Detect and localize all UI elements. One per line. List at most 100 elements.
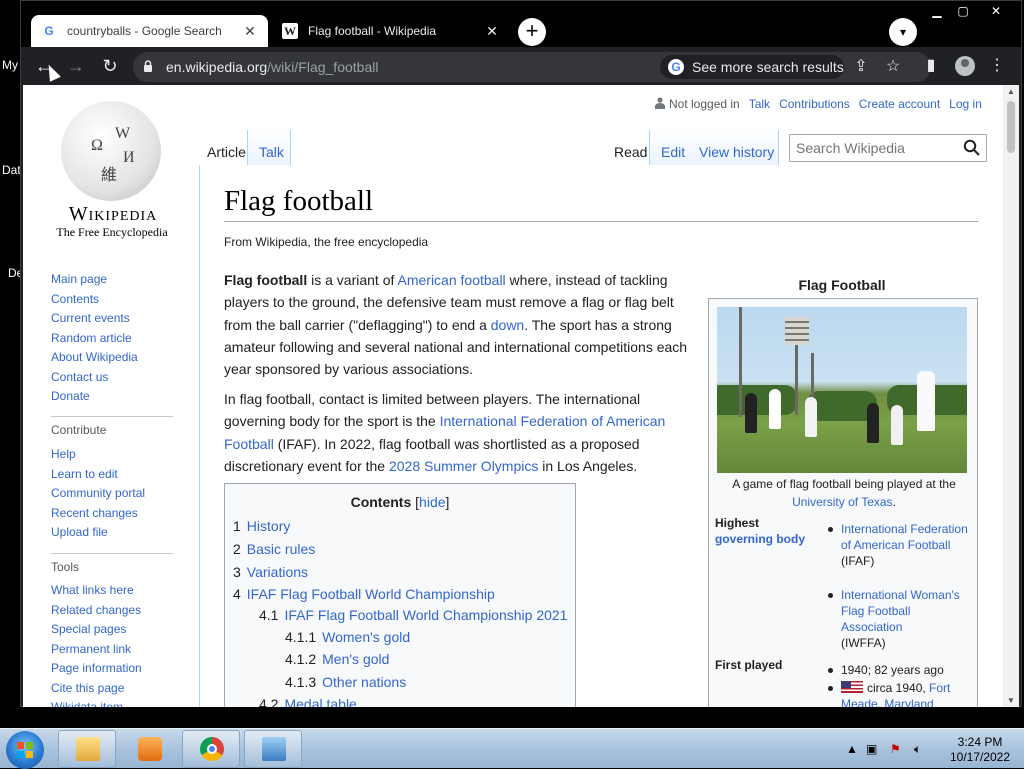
- governing-body-link[interactable]: governing body: [715, 532, 805, 546]
- create-account-link[interactable]: Create account: [859, 97, 940, 111]
- page-scrollbar[interactable]: ▲ ▼: [1003, 85, 1019, 707]
- desktop-icon-label[interactable]: My: [2, 58, 18, 72]
- toc-hide-link[interactable]: hide: [419, 494, 445, 510]
- value: 1940; 82 years ago: [841, 663, 944, 677]
- sidebar-item-cite-this-page[interactable]: Cite this page: [51, 681, 124, 695]
- tab-search-button[interactable]: ▾: [889, 18, 917, 46]
- flag-football-photo[interactable]: [717, 307, 967, 473]
- scroll-down-icon[interactable]: ▼: [1007, 696, 1015, 705]
- iwffa-infobox-link[interactable]: International Woman's Flag Football Asso…: [841, 588, 960, 634]
- sidebar-divider: [51, 553, 173, 554]
- sidebar-item-what-links-here[interactable]: What links here: [51, 583, 134, 597]
- show-hidden-icons-icon[interactable]: ▲: [846, 742, 858, 756]
- minimize-icon[interactable]: ▁: [926, 3, 948, 19]
- scroll-thumb[interactable]: [1007, 101, 1015, 153]
- toc-text[interactable]: Women's gold: [322, 629, 410, 645]
- toc-item[interactable]: 4.1.2 Men's gold: [285, 651, 389, 667]
- toc-item[interactable]: 4 IFAF Flag Football World Championship: [233, 586, 495, 602]
- user-talk-link[interactable]: Talk: [749, 97, 770, 111]
- bookmark-star-icon[interactable]: ☆: [883, 57, 903, 77]
- clock[interactable]: 3:24 PM 10/17/2022: [940, 735, 1020, 765]
- sidebar-item-main-page[interactable]: Main page: [51, 272, 107, 286]
- url-text[interactable]: en.wikipedia.org/wiki/Flag_football: [166, 59, 378, 75]
- reload-icon[interactable]: ↻: [99, 55, 121, 77]
- volume-icon[interactable]: 🔈︎: [914, 742, 921, 757]
- sidebar-item-learn-to-edit[interactable]: Learn to edit: [51, 467, 118, 481]
- share-icon[interactable]: ⇪: [851, 57, 871, 77]
- forward-arrow-icon[interactable]: →: [65, 55, 87, 77]
- tab-view-history[interactable]: View history: [699, 144, 774, 166]
- sidebar-item-wikidata-item[interactable]: Wikidata item: [51, 700, 123, 707]
- toc-item[interactable]: 4.2 Medal table: [259, 696, 357, 707]
- toc-text[interactable]: History: [247, 518, 291, 534]
- media-player-icon: [138, 737, 162, 761]
- start-button[interactable]: [6, 731, 44, 769]
- tab-google-search[interactable]: G countryballs - Google Search ✕: [31, 15, 268, 47]
- tab-read[interactable]: Read: [614, 144, 647, 166]
- university-of-texas-link[interactable]: University of Texas: [792, 495, 892, 509]
- olympics-2028-link[interactable]: 2028 Summer Olympics: [389, 458, 538, 474]
- action-center-icon[interactable]: ⚑: [890, 742, 901, 756]
- sidebar-item-upload-file[interactable]: Upload file: [51, 525, 108, 539]
- sidebar-item-related-changes[interactable]: Related changes: [51, 603, 141, 617]
- address-bar[interactable]: en.wikipedia.org/wiki/Flag_football G See…: [133, 52, 931, 82]
- new-tab-button[interactable]: +: [518, 18, 546, 46]
- sidebar-item-current-events[interactable]: Current events: [51, 311, 130, 325]
- sidebar-item-contact-us[interactable]: Contact us: [51, 370, 108, 384]
- close-tab-icon[interactable]: ✕: [484, 23, 500, 39]
- toc-text[interactable]: Men's gold: [322, 651, 389, 667]
- toc-item[interactable]: 4.1.3 Other nations: [285, 674, 406, 690]
- control-panel-taskbar-button[interactable]: [244, 730, 302, 768]
- american-football-link[interactable]: American football: [398, 272, 506, 288]
- lock-icon[interactable]: [143, 60, 153, 72]
- toc-text[interactable]: Basic rules: [247, 541, 315, 557]
- sidebar-item-community-portal[interactable]: Community portal: [51, 486, 145, 500]
- down-link[interactable]: down: [491, 317, 524, 333]
- tab-edit[interactable]: Edit: [661, 144, 685, 166]
- profile-avatar-icon[interactable]: [955, 56, 975, 76]
- sidebar-divider: [51, 416, 173, 417]
- tab-article[interactable]: Article: [207, 144, 246, 166]
- sidebar-item-page-information[interactable]: Page information: [51, 661, 142, 675]
- wikipedia-search[interactable]: [789, 134, 987, 162]
- toc-item[interactable]: 1 History: [233, 518, 290, 534]
- wikipedia-wordmark[interactable]: Wikipedia: [53, 203, 173, 226]
- contributions-link[interactable]: Contributions: [779, 97, 850, 111]
- desktop-icon-label[interactable]: Dat: [2, 163, 21, 177]
- tab-wikipedia[interactable]: W Flag football - Wikipedia ✕: [272, 15, 510, 47]
- sidebar-item-contents[interactable]: Contents: [51, 292, 99, 306]
- menu-kebab-icon[interactable]: ⋮: [987, 56, 1007, 76]
- sidebar-item-recent-changes[interactable]: Recent changes: [51, 506, 138, 520]
- toc-text[interactable]: Other nations: [322, 674, 406, 690]
- see-more-search-results-chip[interactable]: G See more search results: [660, 55, 844, 79]
- toc-text[interactable]: Medal table: [284, 696, 356, 707]
- toc-item[interactable]: 4.1 IFAF Flag Football World Championship…: [259, 607, 567, 623]
- toc-text[interactable]: IFAF Flag Football World Championship: [247, 586, 495, 602]
- maximize-icon[interactable]: ▢: [952, 3, 974, 19]
- sidebar-item-donate[interactable]: Donate: [51, 389, 90, 403]
- sidebar-item-help[interactable]: Help: [51, 447, 76, 461]
- explorer-taskbar-button[interactable]: [58, 730, 116, 768]
- toc-item[interactable]: 3 Variations: [233, 564, 308, 580]
- sidebar-item-random-article[interactable]: Random article: [51, 331, 132, 345]
- wikipedia-globe-logo[interactable]: ΩWИ維: [61, 101, 161, 201]
- sidebar-item-about-wikipedia[interactable]: About Wikipedia: [51, 350, 138, 364]
- side-panel-icon[interactable]: ▮: [921, 56, 941, 76]
- ifaf-infobox-link[interactable]: International Federation of American Foo…: [841, 522, 968, 552]
- search-input[interactable]: [796, 140, 956, 156]
- scroll-up-icon[interactable]: ▲: [1007, 87, 1015, 96]
- close-tab-icon[interactable]: ✕: [242, 23, 258, 39]
- search-icon[interactable]: [963, 139, 981, 157]
- toc-text[interactable]: IFAF Flag Football World Championship 20…: [284, 607, 567, 623]
- media-player-taskbar-button[interactable]: [120, 730, 178, 768]
- sidebar-item-special-pages[interactable]: Special pages: [51, 622, 126, 636]
- toc-item[interactable]: 2 Basic rules: [233, 541, 315, 557]
- toc-item[interactable]: 4.1.1 Women's gold: [285, 629, 410, 645]
- log-in-link[interactable]: Log in: [949, 97, 982, 111]
- close-window-icon[interactable]: ✕: [985, 3, 1007, 19]
- sidebar-item-permanent-link[interactable]: Permanent link: [51, 642, 131, 656]
- network-icon[interactable]: ▣: [866, 742, 877, 756]
- chrome-taskbar-button[interactable]: [182, 730, 240, 768]
- toc-text[interactable]: Variations: [247, 564, 308, 580]
- tab-talk[interactable]: Talk: [259, 144, 284, 166]
